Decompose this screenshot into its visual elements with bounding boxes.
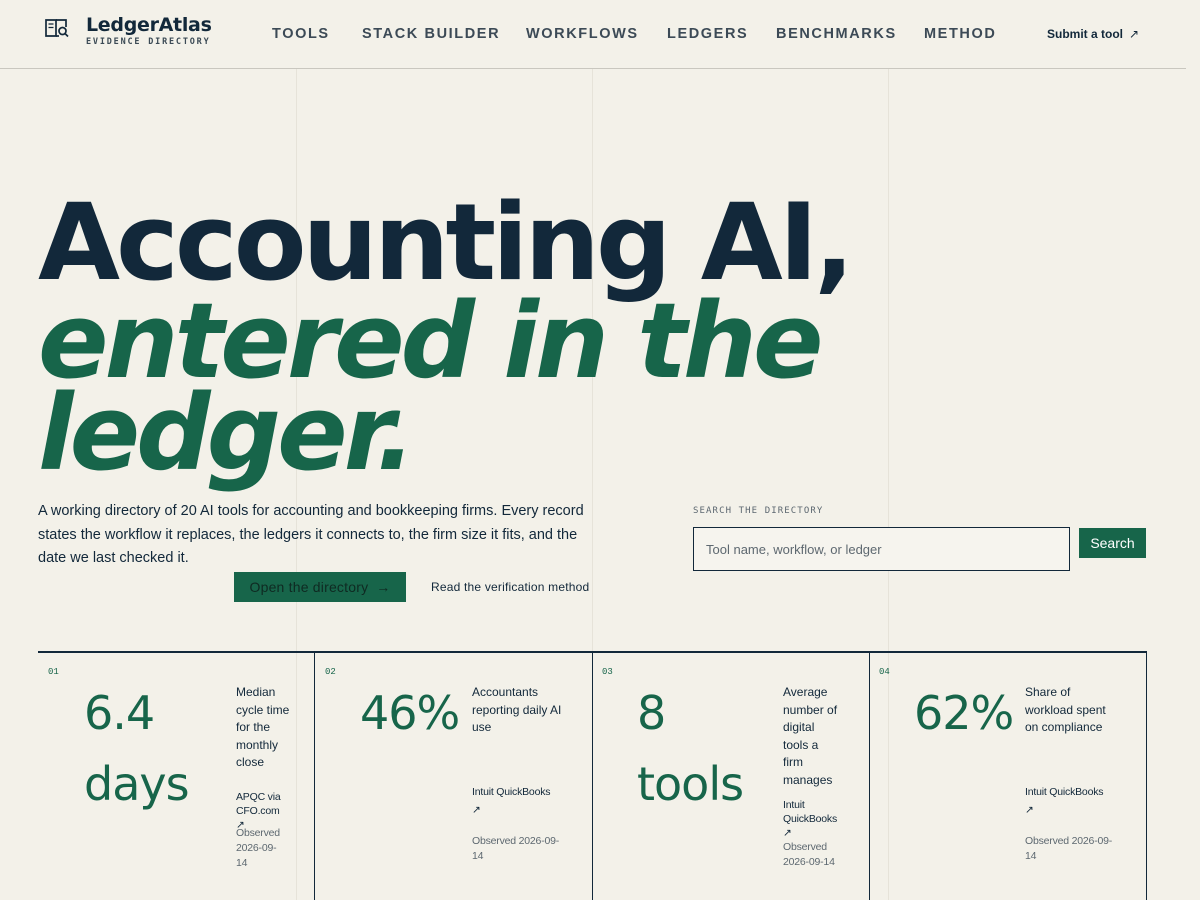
stat-number: 01 (48, 667, 59, 677)
stat-card: 01 6.4 days Median cycle time for the mo… (38, 653, 314, 900)
stat-value-unit: tools (637, 757, 744, 811)
arrow-up-right-icon: ↗ (1025, 804, 1034, 816)
submit-tool-link[interactable]: Submit a tool ↗ (1047, 27, 1139, 41)
stat-observed: Observed 2026-09-14 (783, 841, 835, 868)
site-header: LedgerAtlas EVIDENCE DIRECTORY TOOLS STA… (0, 0, 1186, 69)
stat-observed: Observed 2026-09-14 (472, 835, 560, 862)
brand-name: LedgerAtlas (86, 14, 212, 36)
stat-number: 04 (879, 667, 890, 677)
stat-label: Average number of digital tools a firm m… (783, 685, 838, 787)
arrow-up-right-icon: ↗ (1129, 27, 1140, 41)
brand[interactable]: LedgerAtlas EVIDENCE DIRECTORY (86, 14, 212, 47)
stat-label: Share of workload spent on compliance (1025, 685, 1106, 734)
verification-method-link[interactable]: Read the verification method (431, 580, 589, 594)
stats-row: 01 6.4 days Median cycle time for the mo… (38, 651, 1147, 900)
stat-value: 62% (914, 686, 1014, 740)
nav-method[interactable]: METHOD (924, 26, 996, 42)
hero-intro: A working directory of 20 AI tools for a… (38, 503, 584, 566)
search-button[interactable]: Search (1079, 528, 1146, 558)
stat-value: 6.4 (84, 686, 155, 740)
stat-observed: Observed 2026-09-14 (1025, 835, 1113, 862)
open-directory-label: Open the directory (249, 579, 369, 595)
stat-label: Median cycle time for the monthly close (236, 685, 290, 769)
search-label: SEARCH THE DIRECTORY (693, 506, 824, 516)
stat-card: 04 62% Share of workload spent on compli… (869, 653, 1147, 900)
stat-card: 03 8 tools Average number of digital too… (592, 653, 869, 900)
stat-source-link[interactable]: Intuit QuickBooks ↗ (783, 798, 843, 840)
nav-workflows[interactable]: WORKFLOWS (526, 26, 639, 42)
stat-source: Intuit QuickBooks (783, 799, 838, 825)
nav-benchmarks[interactable]: BENCHMARKS (776, 26, 897, 42)
stat-source: Intuit QuickBooks (1025, 786, 1104, 798)
search-input[interactable] (693, 527, 1070, 571)
stat-observed: Observed 2026-09-14 (236, 827, 280, 869)
stat-value-unit: days (84, 757, 190, 811)
stat-source: Intuit QuickBooks (472, 786, 551, 798)
open-directory-button[interactable]: Open the directory → (234, 572, 406, 602)
stat-value: 8 (637, 686, 666, 740)
stat-number: 03 (602, 667, 613, 677)
arrow-right-icon: → (376, 579, 391, 595)
stat-card: 02 46% Accountants reporting daily AI us… (314, 653, 591, 900)
stat-source-link[interactable]: Intuit QuickBooks ↗ (1025, 785, 1120, 821)
nav-stack-builder[interactable]: STACK BUILDER (362, 26, 500, 42)
nav-tools[interactable]: TOOLS (272, 26, 330, 42)
stat-source-link[interactable]: Intuit QuickBooks ↗ (472, 785, 567, 821)
nav-ledgers[interactable]: LEDGERS (667, 26, 748, 42)
submit-tool-label: Submit a tool (1047, 27, 1123, 41)
arrow-up-right-icon: ↗ (783, 827, 792, 839)
arrow-up-right-icon: ↗ (472, 804, 481, 816)
book-search-icon[interactable] (44, 16, 70, 40)
hero-title: Accounting AI, entered in the ledger. (38, 190, 854, 485)
stat-value: 46% (360, 686, 460, 740)
stat-number: 02 (325, 667, 336, 677)
brand-tagline: EVIDENCE DIRECTORY (86, 37, 211, 47)
stat-label: Accountants reporting daily AI use (472, 685, 562, 734)
stat-source: APQC via CFO.com (236, 791, 281, 817)
